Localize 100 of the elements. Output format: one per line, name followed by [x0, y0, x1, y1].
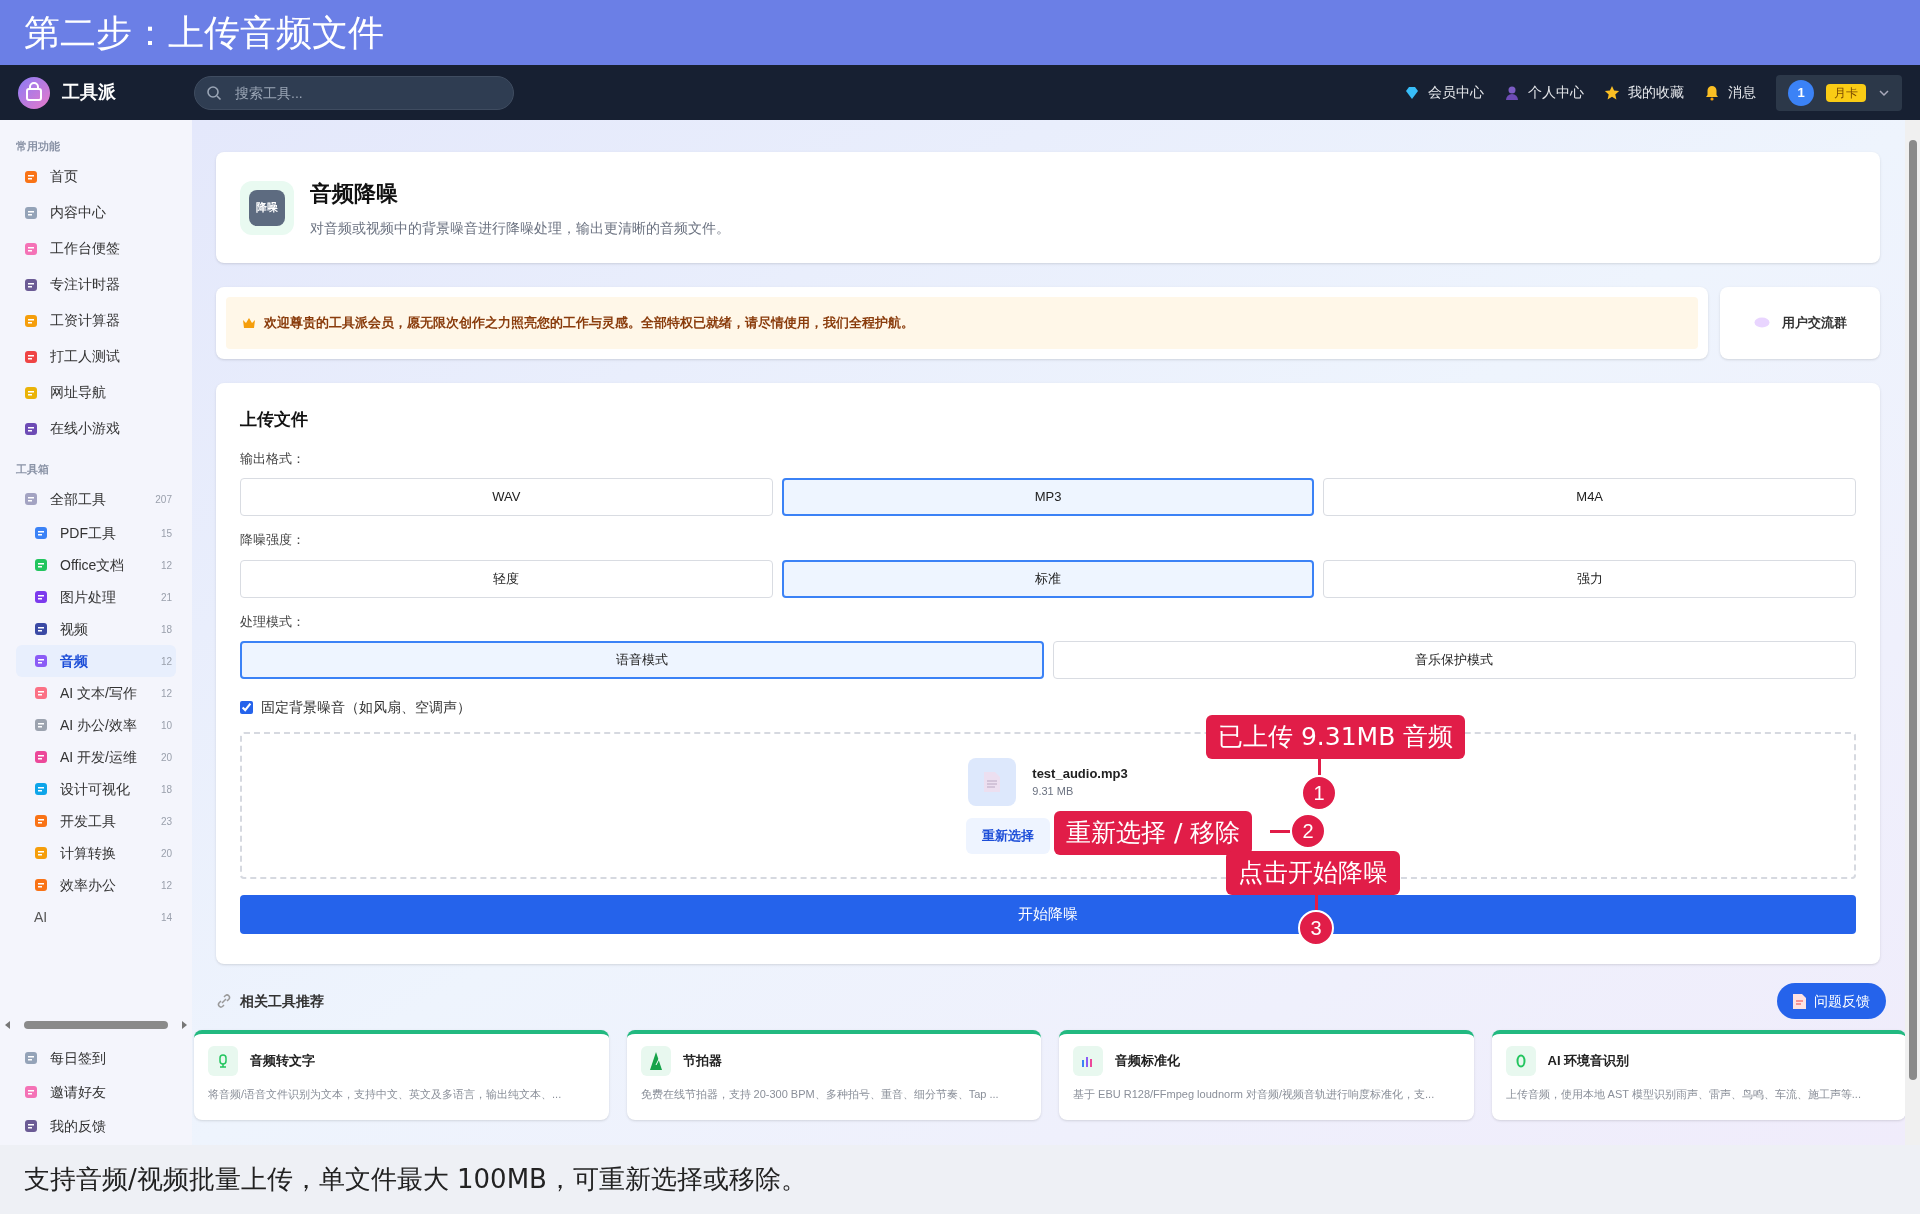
option-button[interactable]: 语音模式: [240, 641, 1044, 679]
tool-description: 对音频或视频中的背景噪音进行降噪处理，输出更清晰的音频文件。: [310, 218, 730, 238]
search-field[interactable]: 搜索工具...: [194, 75, 514, 110]
star-icon: [1604, 84, 1620, 101]
option-button[interactable]: M4A: [1323, 478, 1856, 516]
item-count: 207: [155, 492, 172, 507]
sidebar-link[interactable]: 邀请好友: [24, 1081, 168, 1103]
reselect-button[interactable]: 重新选择: [966, 817, 1050, 854]
callout-marker: 2: [1290, 813, 1326, 849]
file-size: 9.31 MB: [1032, 784, 1075, 799]
nav-link[interactable]: 消息: [1704, 82, 1756, 103]
sidebar-item[interactable]: AI 文本/写作 12: [16, 677, 176, 709]
nav-link[interactable]: 会员中心: [1404, 82, 1484, 103]
account-menu[interactable]: 1 月卡: [1776, 74, 1902, 111]
section-heading: 常用功能: [16, 139, 61, 154]
sidebar-item[interactable]: 音频 12: [16, 645, 176, 677]
tool-card[interactable]: AI 环境音识别 上传音频，使用本地 AST 模型识别雨声、雷声、鸟鸣、车流、施工声等...: [1491, 1030, 1906, 1120]
tool-card[interactable]: 节拍器 免费在线节拍器，支持 20-300 BPM、多种拍号、重音、细分节奏、Tap ...: [626, 1030, 1041, 1120]
tool-card[interactable]: 音频转文字 将音频/语音文件识别为文本，支持中文、英文及多语言，输出纯文本、...: [194, 1030, 609, 1120]
sidebar-link[interactable]: 我的反馈: [24, 1115, 168, 1137]
item-count: 18: [160, 782, 172, 797]
user-group-button[interactable]: 用户交流群: [1720, 287, 1880, 359]
sidebar-item[interactable]: 设计可视化 18: [16, 773, 176, 805]
callout-label: 已上传 9.31MB 音频: [1206, 715, 1466, 759]
sidebar-item[interactable]: 首页: [16, 158, 176, 195]
sidebar-item[interactable]: 专注计时器: [16, 266, 176, 303]
tile-icon: [34, 526, 48, 540]
nav-link[interactable]: 个人中心: [1504, 82, 1584, 103]
caption: 支持音频/视频批量上传，单文件最大 100MB，可重新选择或移除。: [24, 1163, 807, 1196]
sidebar-item[interactable]: AI 14: [16, 901, 176, 933]
sidebar-item[interactable]: 工资计算器: [16, 302, 176, 339]
item-count: 21: [160, 590, 172, 605]
tile-icon: [34, 590, 48, 604]
sidebar-item[interactable]: Office文档 12: [16, 549, 176, 581]
sidebar-item[interactable]: 图片处理 21: [16, 581, 176, 613]
sidebar-link[interactable]: 每日签到: [24, 1047, 168, 1069]
sidebar-item[interactable]: 网址导航: [16, 374, 176, 411]
field-label: 降噪强度：: [240, 531, 306, 549]
item-count: 12: [160, 878, 172, 893]
field-label: 处理模式：: [240, 612, 306, 631]
sidebar-item[interactable]: 开发工具 23: [16, 805, 176, 837]
sidebar-item[interactable]: 全部工具 207: [16, 481, 176, 517]
tile-icon: [24, 277, 38, 292]
bell-icon: [1704, 84, 1720, 101]
tile-icon: [34, 718, 48, 732]
scrollbar-thumb[interactable]: [24, 1021, 168, 1029]
link-icon: [216, 993, 232, 1009]
feedback-button[interactable]: 问题反馈: [1777, 983, 1886, 1019]
sidebar-item[interactable]: 在线小游戏: [16, 410, 176, 447]
card-description: 基于 EBU R128/FFmpeg loudnorm 对音频/视频音轨进行响度标准化，支...: [1073, 1087, 1436, 1102]
nav-link[interactable]: 我的收藏: [1604, 82, 1684, 103]
sidebar-item[interactable]: 视频 18: [16, 613, 176, 645]
sidebar-item[interactable]: 计算转换 20: [16, 837, 176, 869]
tile-icon: [34, 654, 48, 668]
tile-icon: [24, 421, 38, 436]
notice-text: 欢迎尊贵的工具派会员，愿无限次创作之力照亮您的工作与灵感。全部特权已就绪，请尽情使用，我们全程护航。: [264, 314, 914, 333]
option-button[interactable]: 标准: [781, 559, 1315, 598]
tile-icon: [24, 1051, 38, 1065]
card-description: 免费在线节拍器，支持 20-300 BPM、多种拍号、重音、细分节奏、Tap ...: [640, 1087, 1000, 1102]
tile-icon: [34, 686, 48, 700]
card-description: 上传音频，使用本地 AST 模型识别雨声、雷声、鸟鸣、车流、施工声等...: [1505, 1087, 1862, 1102]
option-button[interactable]: 音乐保护模式: [1052, 641, 1856, 679]
brand-name[interactable]: 工具派: [62, 79, 116, 106]
option-button[interactable]: MP3: [781, 478, 1315, 516]
sidebar-item[interactable]: PDF工具 15: [16, 517, 176, 549]
option-button[interactable]: 轻度: [240, 559, 773, 598]
tile-icon: [34, 782, 48, 796]
scroll-right-icon[interactable]: [180, 1021, 188, 1029]
document-icon: [1793, 993, 1806, 1009]
item-count: 14: [160, 910, 172, 925]
option-button[interactable]: 强力: [1323, 559, 1856, 598]
tile-icon: [24, 349, 38, 364]
sidebar-item[interactable]: 内容中心: [16, 194, 176, 231]
person-icon: [1504, 84, 1520, 101]
scroll-left-icon[interactable]: [4, 1021, 12, 1029]
tile-icon: [24, 205, 38, 220]
scrollbar-thumb[interactable]: [1908, 140, 1917, 1080]
card-title: 音频标准化: [1115, 1052, 1180, 1071]
file-name: test_audio.mp3: [1032, 764, 1128, 783]
item-count: 18: [160, 622, 172, 637]
sidebar-item[interactable]: AI 开发/运维 20: [16, 741, 176, 773]
item-count: 12: [160, 558, 172, 573]
card-title: 节拍器: [682, 1052, 722, 1071]
callout-label: 重新选择 / 移除: [1054, 811, 1253, 855]
option-button[interactable]: WAV: [240, 478, 773, 516]
checkbox-label: 固定背景噪音（如风扇、空调声）: [261, 698, 471, 717]
tile-icon: [34, 750, 48, 764]
callout-marker: 1: [1301, 775, 1337, 811]
sidebar-item[interactable]: 效率办公 12: [16, 869, 176, 901]
tool-card[interactable]: 音频标准化 基于 EBU R128/FFmpeg loudnorm 对音频/视频音轨进行响度标准化，支...: [1059, 1030, 1474, 1120]
avatar: 1: [1788, 79, 1814, 106]
leader-line: [1270, 830, 1290, 833]
checkbox[interactable]: [240, 701, 253, 714]
sidebar-item[interactable]: AI 办公/效率 10: [16, 709, 176, 741]
diamond-icon: [1404, 84, 1420, 101]
document-icon: [984, 771, 1001, 792]
sidebar-item[interactable]: 打工人测试: [16, 338, 176, 375]
section-heading: 工具箱: [16, 461, 50, 477]
sidebar-item[interactable]: 工作台便签: [16, 230, 176, 267]
tool-title: 音频降噪: [310, 179, 399, 208]
